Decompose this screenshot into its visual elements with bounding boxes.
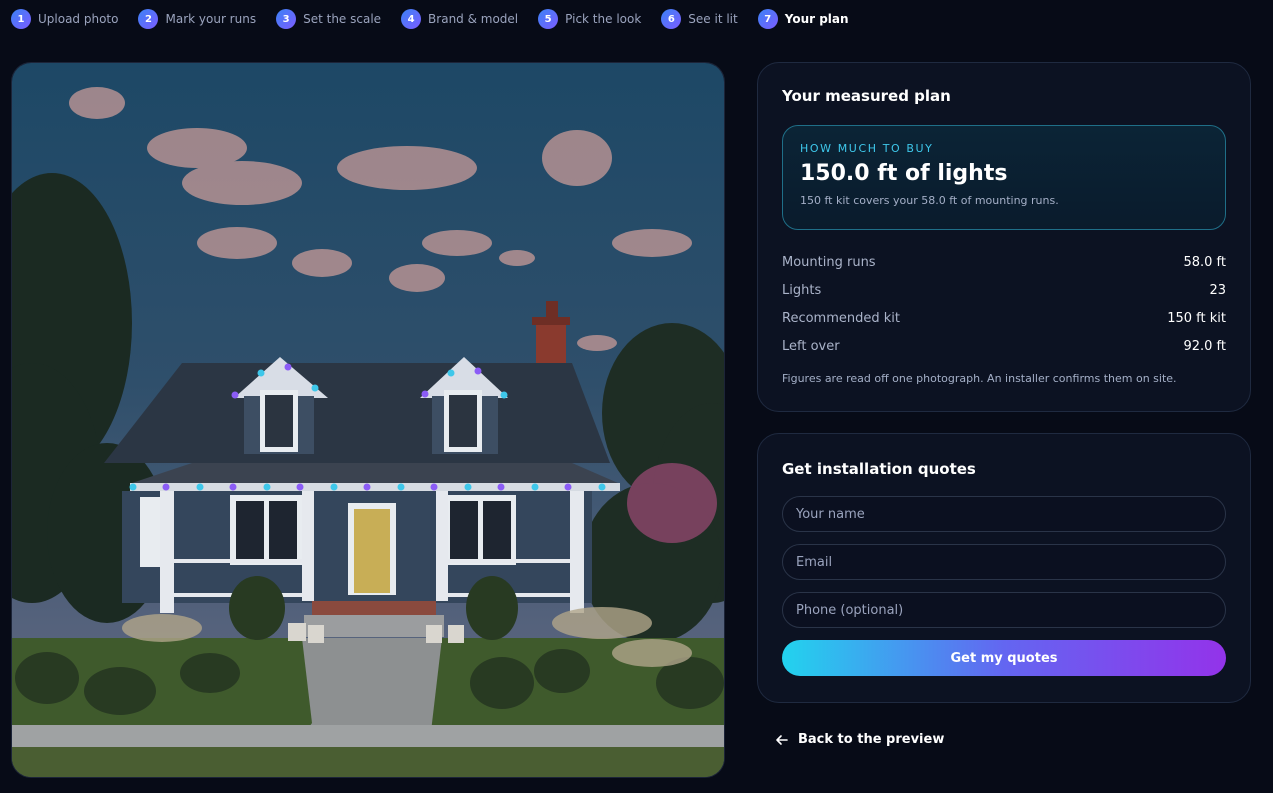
house-photo-preview (11, 62, 725, 778)
stat-value: 92.0 ft (1183, 338, 1226, 354)
step-label: See it lit (688, 12, 738, 26)
stat-value: 58.0 ft (1183, 254, 1226, 270)
step-set-scale[interactable]: 3 Set the scale (276, 9, 381, 29)
plan-footnote: Figures are read off one photograph. An … (782, 372, 1177, 385)
measured-plan-card: Your measured plan HOW MUCH TO BUY 150.0… (757, 62, 1251, 412)
step-your-plan[interactable]: 7 Your plan (757, 9, 849, 29)
step-number: 2 (138, 9, 159, 29)
plan-title: Your measured plan (782, 87, 951, 105)
house-illustration (12, 63, 724, 777)
step-nav: 1 Upload photo 2 Mark your runs 3 Set th… (11, 8, 869, 30)
step-number: 3 (276, 9, 297, 29)
step-see-lit[interactable]: 6 See it lit (661, 9, 738, 29)
step-number: 5 (538, 9, 559, 29)
step-pick-look[interactable]: 5 Pick the look (538, 9, 641, 29)
email-input[interactable] (782, 544, 1226, 580)
step-number: 6 (661, 9, 682, 29)
step-number: 7 (757, 9, 778, 29)
buy-eyebrow: HOW MUCH TO BUY (800, 142, 934, 155)
plan-stats: Mounting runs 58.0 ft Lights 23 Recommen… (782, 248, 1226, 360)
step-mark-runs[interactable]: 2 Mark your runs (138, 9, 256, 29)
back-to-preview-link[interactable]: Back to the preview (775, 732, 944, 747)
arrow-left-icon (776, 734, 788, 745)
porch-roof (132, 463, 618, 483)
buy-note: 150 ft kit covers your 58.0 ft of mounti… (800, 194, 1059, 207)
stat-row-mounting-runs: Mounting runs 58.0 ft (782, 248, 1226, 276)
name-input[interactable] (782, 496, 1226, 532)
step-label: Mark your runs (165, 12, 257, 26)
step-number: 4 (401, 9, 422, 29)
back-label: Back to the preview (798, 732, 945, 747)
stat-value: 150 ft kit (1167, 310, 1226, 326)
step-label: Set the scale (303, 12, 382, 26)
step-label: Upload photo (38, 12, 119, 26)
step-label: Brand & model (428, 12, 519, 26)
stat-row-left-over: Left over 92.0 ft (782, 332, 1226, 360)
phone-input[interactable] (782, 592, 1226, 628)
main-roof (104, 363, 610, 463)
get-quotes-button[interactable]: Get my quotes (782, 640, 1226, 676)
stat-row-lights: Lights 23 (782, 276, 1226, 304)
stat-label: Left over (782, 338, 840, 354)
stat-row-recommended-kit: Recommended kit 150 ft kit (782, 304, 1226, 332)
flowering-bush (627, 463, 717, 543)
stat-value: 23 (1209, 282, 1226, 298)
installation-quotes-card: Get installation quotes Get my quotes (757, 433, 1251, 703)
quotes-title: Get installation quotes (782, 460, 976, 478)
front-door (354, 509, 390, 593)
walkway (302, 638, 442, 723)
step-number: 1 (11, 9, 31, 29)
step-label: Pick the look (565, 12, 642, 26)
step-label: Your plan (784, 12, 849, 26)
stat-label: Mounting runs (782, 254, 876, 270)
step-brand-model[interactable]: 4 Brand & model (401, 9, 518, 29)
buy-amount: 150.0 ft of lights (800, 161, 1008, 186)
how-much-to-buy-box: HOW MUCH TO BUY 150.0 ft of lights 150 f… (782, 125, 1226, 230)
step-upload-photo[interactable]: 1 Upload photo (11, 9, 118, 29)
stat-label: Recommended kit (782, 310, 900, 326)
stat-label: Lights (782, 282, 822, 298)
